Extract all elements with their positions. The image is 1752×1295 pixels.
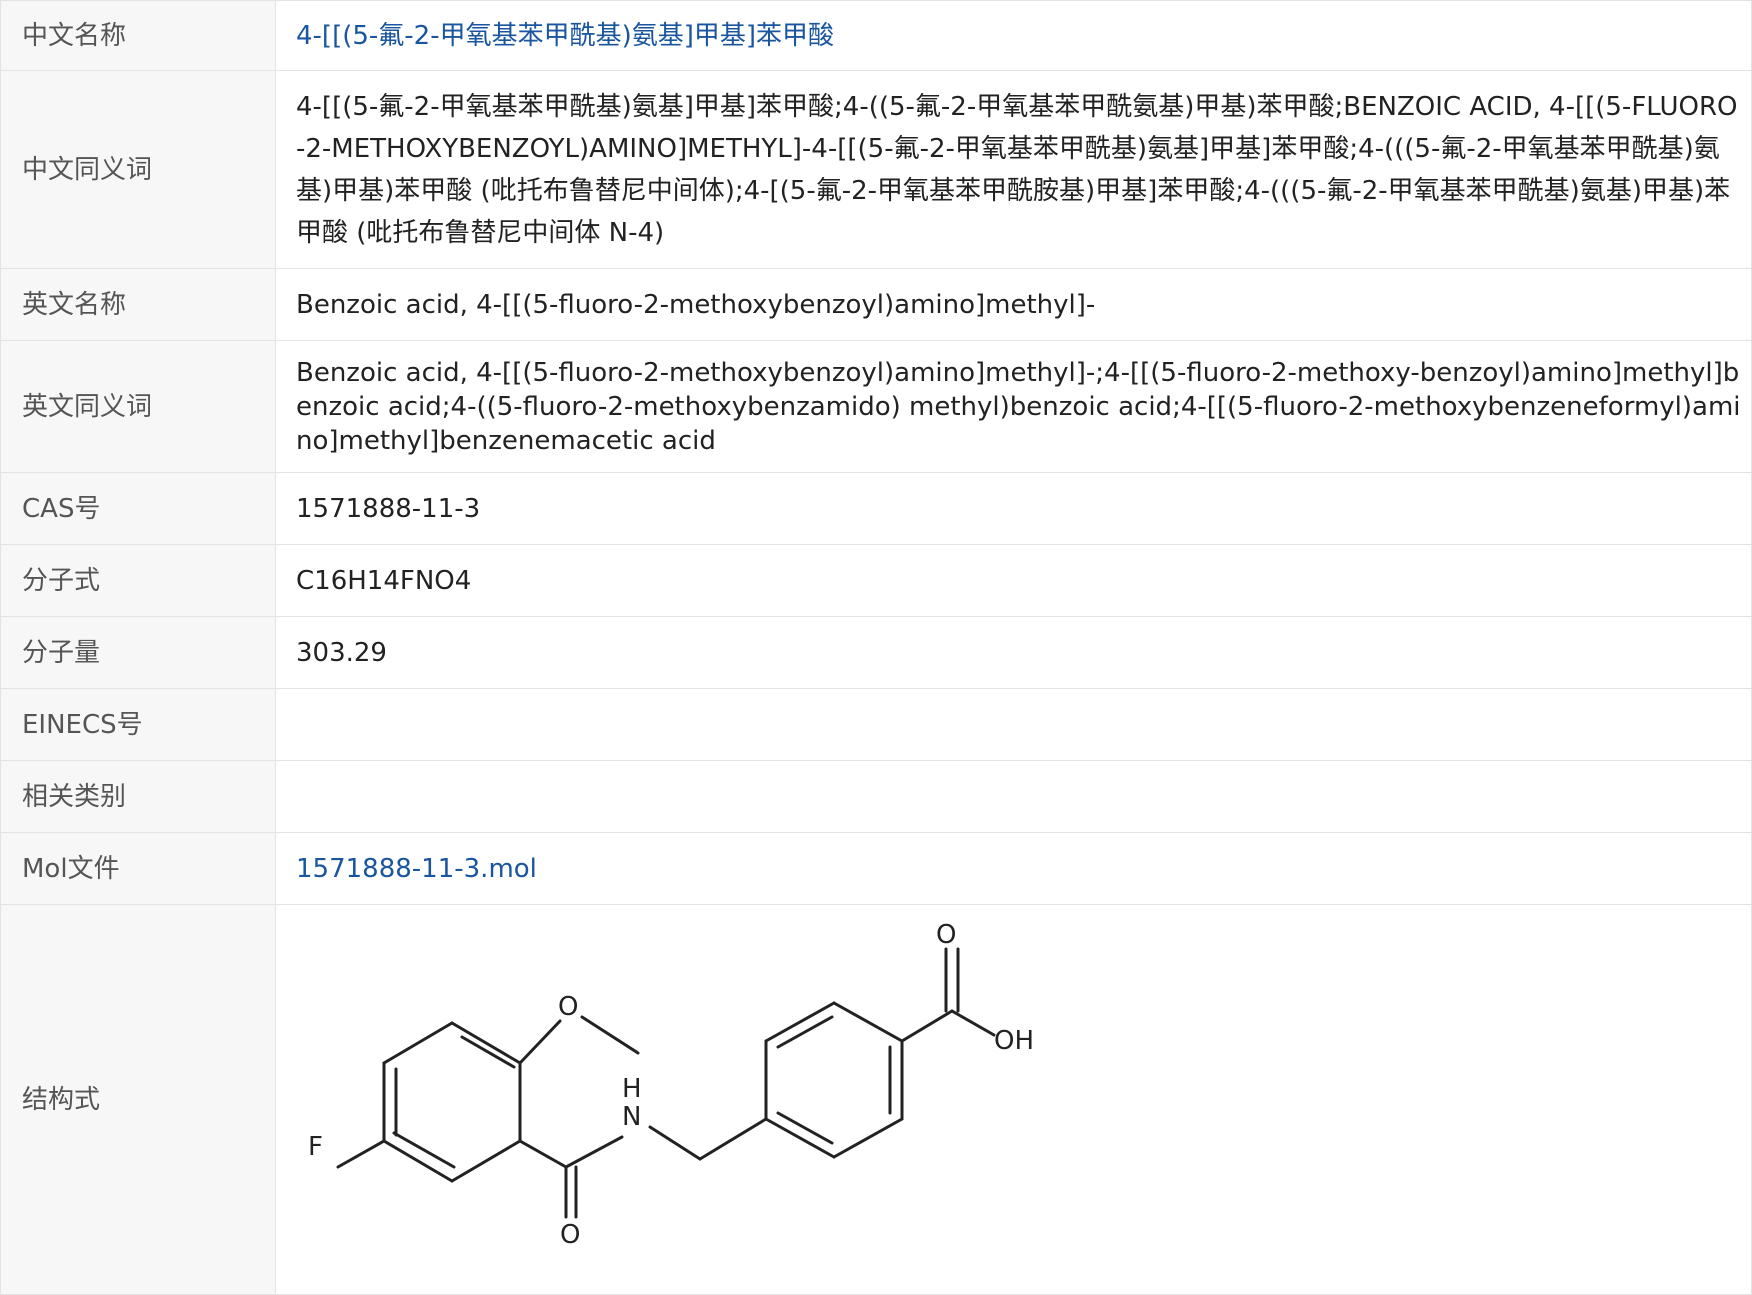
label-structure: 结构式 xyxy=(0,904,276,1295)
structure-image: O OH O H N F O xyxy=(276,905,1736,1293)
bond xyxy=(336,1139,386,1169)
label-english-synonyms: 英文同义词 xyxy=(0,340,276,473)
atom-f: F xyxy=(308,1132,323,1162)
molecule-drawing: O OH O H N F O xyxy=(308,920,1034,1250)
row-einecs: EINECS号 xyxy=(0,688,1752,761)
bond xyxy=(518,1139,568,1169)
bond xyxy=(460,1035,516,1069)
label-chinese-synonyms: 中文同义词 xyxy=(0,70,276,269)
row-molecular-weight: 分子量 303.29 xyxy=(0,616,1752,689)
english-synonyms-value: Benzoic acid, 4-[[(5-fluoro-2-methoxyben… xyxy=(275,340,1752,473)
english-name-value: Benzoic acid, 4-[[(5-fluoro-2-methoxyben… xyxy=(275,268,1752,341)
label-formula: 分子式 xyxy=(0,544,276,617)
bond xyxy=(832,1001,904,1043)
label-molecular-weight: 分子量 xyxy=(0,616,276,689)
row-chinese-synonyms: 中文同义词 4-[[(5-氟-2-甲氧基苯甲酰基)氨基]甲基]苯甲酸;4-((5… xyxy=(0,70,1752,269)
atom-n: N xyxy=(622,1102,641,1132)
category-value xyxy=(275,760,1752,833)
atom-o-methoxy: O xyxy=(558,992,578,1022)
atom-oh: OH xyxy=(994,1026,1034,1056)
bond xyxy=(648,1125,702,1161)
row-formula: 分子式 C16H14FNO4 xyxy=(0,544,1752,617)
bond xyxy=(900,1009,954,1043)
label-einecs: EINECS号 xyxy=(0,688,276,761)
label-chinese-name: 中文名称 xyxy=(0,0,276,71)
row-cas: CAS号 1571888-11-3 xyxy=(0,472,1752,545)
row-category: 相关类别 xyxy=(0,760,1752,833)
chinese-name-link[interactable]: 4-[[(5-氟-2-甲氧基苯甲酰基)氨基]甲基]苯甲酸 xyxy=(296,21,834,51)
bond xyxy=(698,1117,768,1161)
bond xyxy=(776,1015,834,1049)
mol-file-link[interactable]: 1571888-11-3.mol xyxy=(296,854,537,884)
label-mol-file: Mol文件 xyxy=(0,832,276,905)
bond xyxy=(832,1117,904,1159)
atom-o-amide: O xyxy=(560,1220,580,1250)
bond xyxy=(564,1135,624,1169)
row-structure: 结构式 O OH O H N F O xyxy=(0,904,1752,1295)
row-english-name: 英文名称 Benzoic acid, 4-[[(5-fluoro-2-metho… xyxy=(0,268,1752,341)
bond xyxy=(392,1131,456,1169)
formula-value: C16H14FNO4 xyxy=(275,544,1752,617)
label-english-name: 英文名称 xyxy=(0,268,276,341)
bond xyxy=(518,1019,562,1065)
atom-h: H xyxy=(622,1074,642,1104)
bond xyxy=(776,1111,834,1145)
bond xyxy=(950,1009,996,1037)
chinese-synonyms-value: 4-[[(5-氟-2-甲氧基苯甲酰基)氨基]甲基]苯甲酸;4-((5-氟-2-甲… xyxy=(275,70,1752,269)
bond xyxy=(382,1021,454,1065)
row-english-synonyms: 英文同义词 Benzoic acid, 4-[[(5-fluoro-2-meth… xyxy=(0,340,1752,473)
bond xyxy=(450,1139,522,1183)
bond xyxy=(450,1021,522,1065)
label-cas: CAS号 xyxy=(0,472,276,545)
label-category: 相关类别 xyxy=(0,760,276,833)
row-mol-file: Mol文件 1571888-11-3.mol xyxy=(0,832,1752,905)
bond xyxy=(580,1015,640,1055)
einecs-value xyxy=(275,688,1752,761)
row-chinese-name: 中文名称 4-[[(5-氟-2-甲氧基苯甲酰基)氨基]甲基]苯甲酸 xyxy=(0,0,1752,71)
molecular-weight-value: 303.29 xyxy=(275,616,1752,689)
cas-value: 1571888-11-3 xyxy=(275,472,1752,545)
property-table: 中文名称 4-[[(5-氟-2-甲氧基苯甲酰基)氨基]甲基]苯甲酸 中文同义词 … xyxy=(0,0,1752,1295)
atom-o-carbonyl-acid: O xyxy=(936,920,956,950)
